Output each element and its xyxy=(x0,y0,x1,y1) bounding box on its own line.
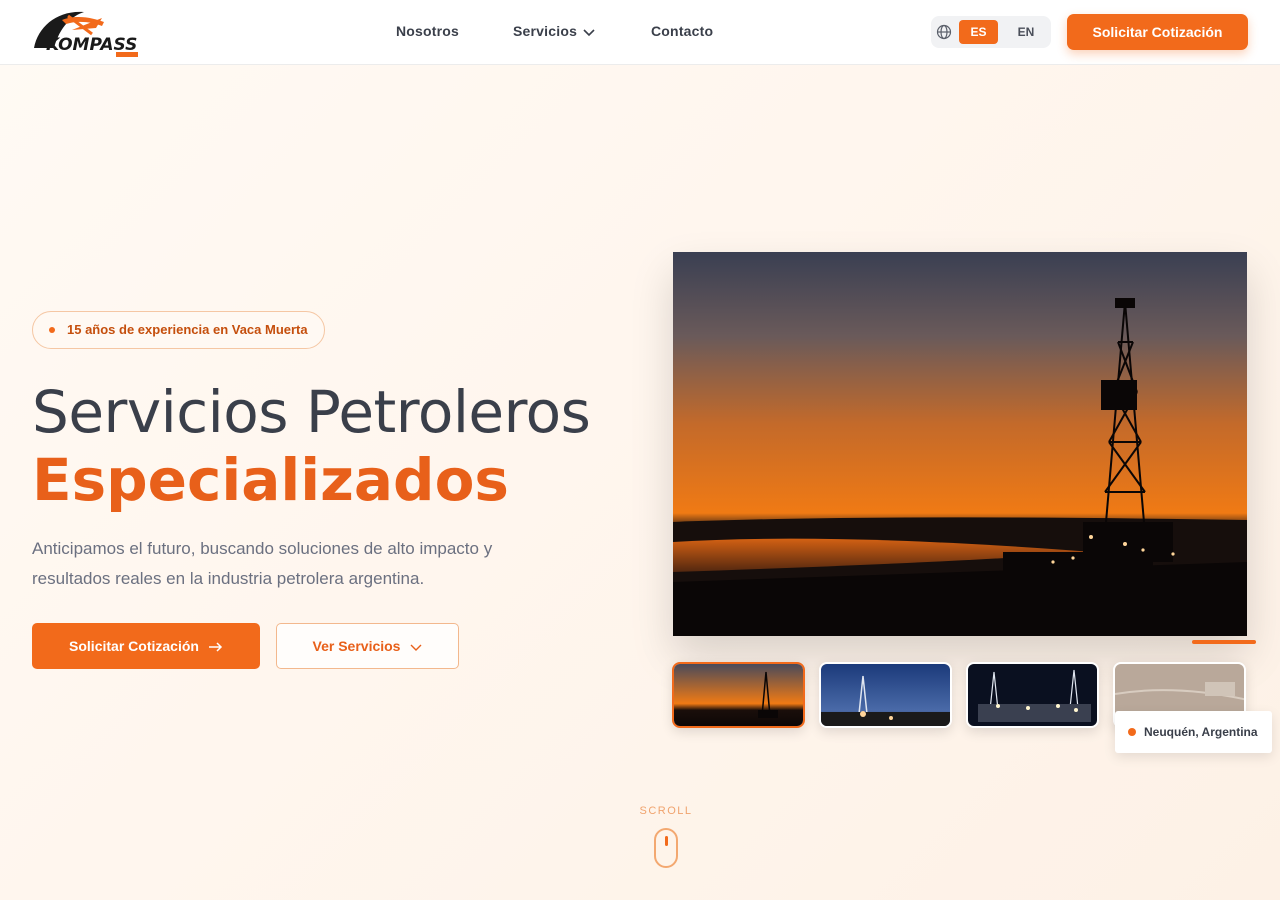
location-text: Neuquén, Argentina xyxy=(1144,725,1258,739)
hero-image-oil-rig-sunset xyxy=(673,252,1247,636)
gallery-progress-indicator xyxy=(1192,640,1256,644)
badge-dot xyxy=(49,327,55,333)
language-switcher: ES EN xyxy=(931,16,1051,48)
hero-title-line2: Especializados xyxy=(32,446,509,514)
location-dot xyxy=(1128,728,1136,736)
nav-link-servicios[interactable]: Servicios xyxy=(513,23,595,40)
kompass-logo[interactable]: KOMPASS xyxy=(32,8,142,58)
experience-badge-text: 15 años de experiencia en Vaca Muerta xyxy=(67,322,308,337)
chevron-down-icon xyxy=(583,24,595,40)
hero-description: Anticipamos el futuro, buscando solucion… xyxy=(32,539,493,588)
view-services-button[interactable]: Ver Servicios xyxy=(276,623,459,669)
nav-link-contacto[interactable]: Contacto xyxy=(651,23,713,39)
nav-link-servicios-label: Servicios xyxy=(513,23,578,39)
globe-icon xyxy=(936,24,952,40)
chevron-down-icon xyxy=(410,625,422,669)
view-services-button-label: Ver Servicios xyxy=(312,638,401,654)
hero-title-line1: Servicios Petroleros xyxy=(32,378,591,446)
location-tag: Neuquén, Argentina xyxy=(1115,711,1272,753)
language-option-en[interactable]: EN xyxy=(1007,20,1045,44)
hero-quote-button-label: Solicitar Cotización xyxy=(69,638,199,654)
arrow-right-icon xyxy=(208,624,223,670)
gallery-thumbnail-3[interactable] xyxy=(966,662,1099,728)
gallery-thumbnail-1[interactable] xyxy=(672,662,805,728)
hero-quote-button[interactable]: Solicitar Cotización xyxy=(32,623,260,669)
experience-badge: 15 años de experiencia en Vaca Muerta xyxy=(32,311,325,349)
top-navbar: KOMPASS Nosotros Servicios Contacto ES E… xyxy=(0,0,1280,65)
nav-link-nosotros[interactable]: Nosotros xyxy=(396,23,459,39)
mouse-wheel xyxy=(665,836,668,846)
nav-quote-button[interactable]: Solicitar Cotización xyxy=(1067,14,1248,50)
mouse-scroll-icon[interactable] xyxy=(654,828,678,868)
scroll-label: SCROLL xyxy=(639,805,693,817)
language-option-es[interactable]: ES xyxy=(959,20,998,44)
gallery-thumbnail-2[interactable] xyxy=(819,662,952,728)
